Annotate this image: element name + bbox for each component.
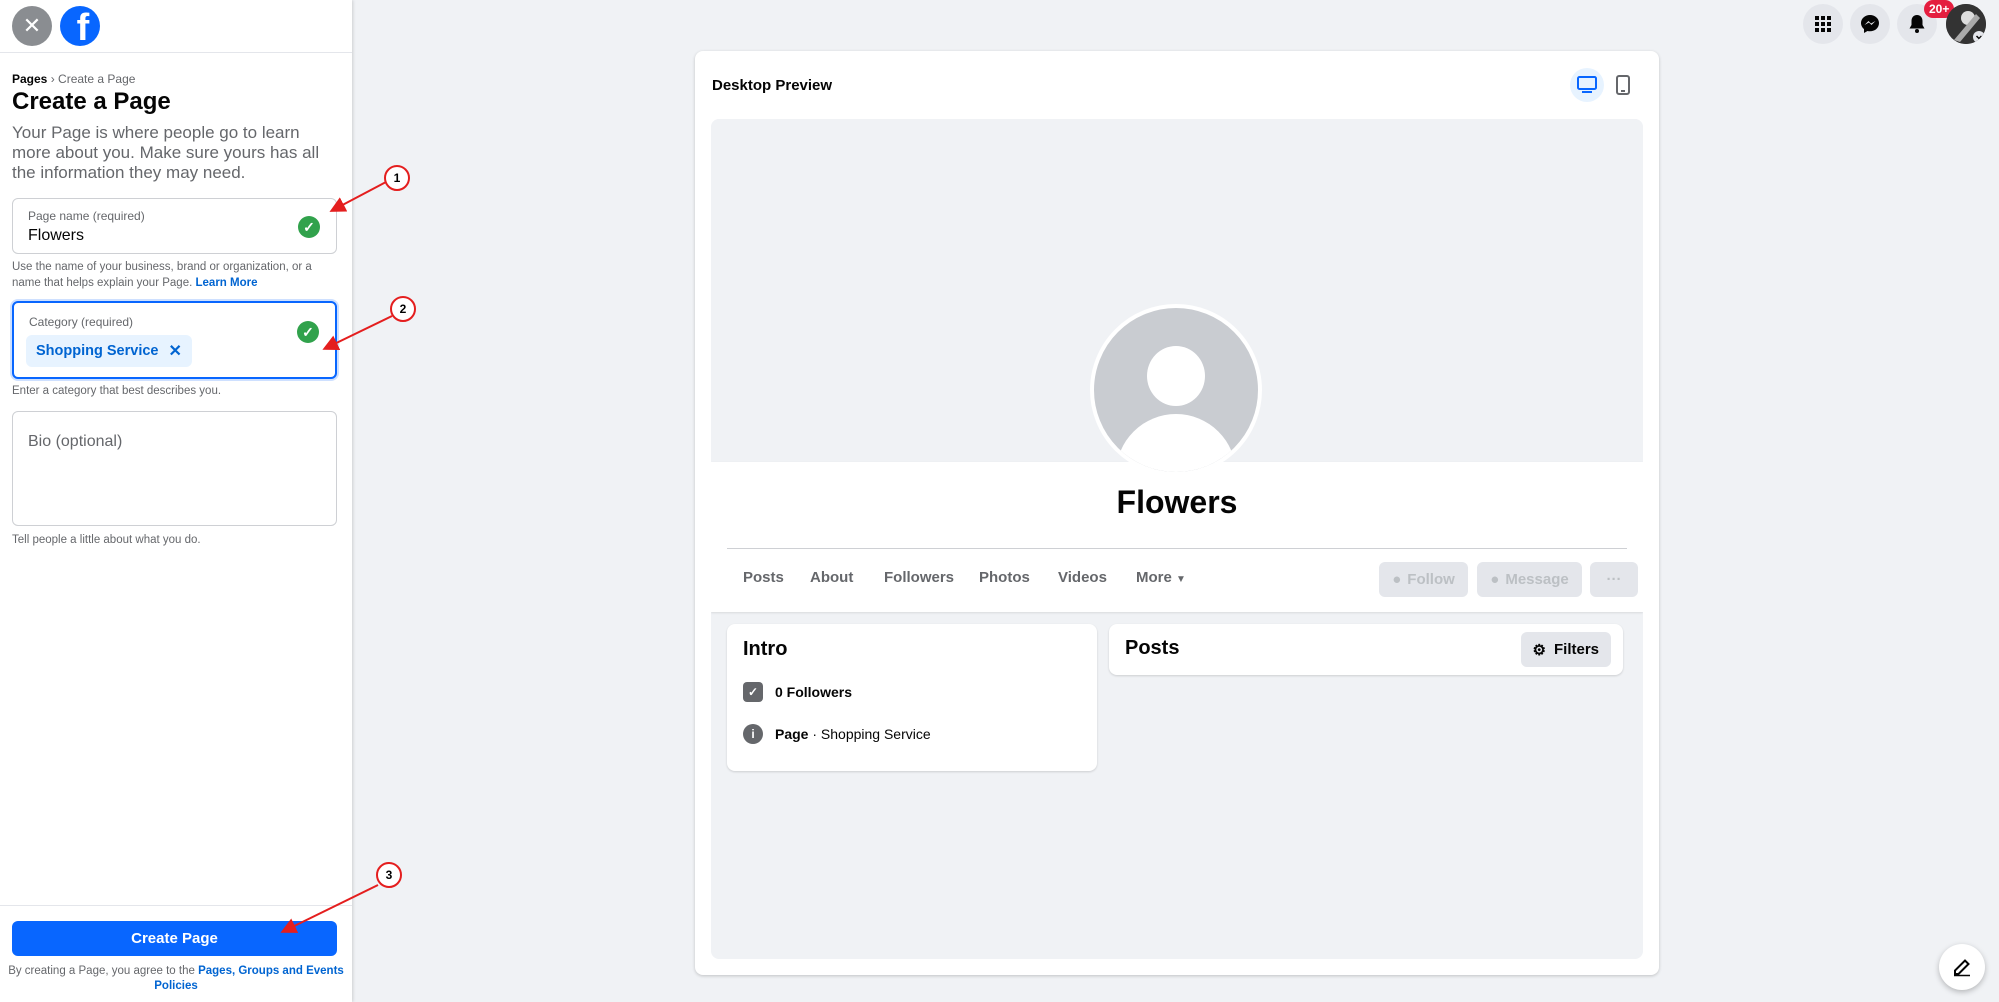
mobile-view-button[interactable] — [1606, 68, 1640, 102]
user-photo-icon — [1946, 4, 1986, 44]
learn-more-link[interactable]: Learn More — [196, 277, 258, 289]
messenger-icon — [1861, 15, 1879, 33]
account-avatar[interactable] — [1946, 4, 1986, 44]
annotation-marker-2: 2 — [390, 296, 416, 322]
info-icon: i — [743, 724, 763, 744]
annotation-marker-3: 3 — [376, 862, 402, 888]
page-name-input[interactable]: Flowers — [28, 227, 84, 245]
caret-down-icon: ▼ — [1176, 574, 1186, 585]
bio-help: Tell people a little about what you do. — [12, 534, 201, 546]
page-tabs: Posts About Followers Photos Videos More… — [727, 548, 1638, 608]
mobile-icon — [1616, 75, 1630, 95]
close-button[interactable]: ✕ — [12, 6, 52, 46]
remove-chip-icon[interactable]: ✕ — [168, 341, 181, 361]
desktop-icon — [1577, 76, 1597, 93]
page-name-label: Page name (required) — [28, 209, 145, 223]
bio-textarea[interactable]: Bio (optional) — [12, 411, 337, 526]
message-button[interactable]: ● Message — [1477, 562, 1582, 597]
desktop-preview-panel: Desktop Preview Flowers Posts About Foll… — [695, 51, 1659, 975]
tab-about[interactable]: About — [810, 569, 853, 586]
messenger-button[interactable] — [1850, 4, 1890, 44]
create-page-sidebar: ✕ f Pages › Create a Page Create a Page … — [0, 0, 352, 1002]
compose-icon — [1954, 959, 1970, 977]
annotation-marker-1: 1 — [384, 165, 410, 191]
grid-icon — [1815, 16, 1831, 32]
page-description: Your Page is where people go to learn mo… — [12, 123, 320, 182]
page-preview-canvas: Flowers Posts About Followers Photos Vid… — [711, 119, 1643, 959]
intro-card: Intro ✓ 0 Followers i Page · Shopping Se… — [727, 624, 1097, 771]
category-row: i Page · Shopping Service — [743, 724, 931, 744]
bell-icon — [1909, 15, 1925, 33]
close-icon: ✕ — [22, 13, 42, 38]
posts-title: Posts — [1125, 637, 1180, 659]
new-message-button[interactable] — [1939, 944, 1985, 990]
desktop-view-button[interactable] — [1570, 68, 1604, 102]
follow-icon: ● — [1392, 571, 1402, 588]
followers-row: ✓ 0 Followers — [743, 682, 852, 702]
followers-icon: ✓ — [743, 682, 763, 702]
facebook-logo[interactable]: f — [60, 6, 100, 46]
tab-posts[interactable]: Posts — [743, 569, 784, 586]
avatar-body — [1116, 414, 1236, 472]
sidebar-header: ✕ f — [0, 0, 352, 53]
terms-text: By creating a Page, you agree to the Pag… — [8, 965, 344, 992]
profile-header: Flowers Posts About Followers Photos Vid… — [711, 462, 1643, 612]
menu-grid-button[interactable] — [1803, 4, 1843, 44]
follow-button[interactable]: ● Follow — [1379, 562, 1468, 597]
category-label: Category (required) — [29, 315, 134, 329]
page-name-help: Use the name of your business, brand or … — [12, 261, 312, 289]
avatar-head — [1147, 346, 1205, 406]
tab-videos[interactable]: Videos — [1058, 569, 1107, 586]
tab-more[interactable]: More ▼ — [1136, 569, 1186, 586]
breadcrumb-pages[interactable]: Pages — [12, 72, 47, 86]
more-options-button[interactable]: ··· — [1590, 562, 1638, 597]
posts-card: Posts ⚙ Filters — [1109, 624, 1623, 675]
valid-check-icon: ✓ — [297, 321, 319, 343]
tab-photos[interactable]: Photos — [979, 569, 1030, 586]
sidebar-footer: Create Page By creating a Page, you agre… — [0, 905, 352, 1002]
category-help: Enter a category that best describes you… — [12, 385, 222, 397]
breadcrumb: Pages › Create a Page — [12, 72, 136, 86]
preview-page-name: Flowers — [1116, 484, 1238, 520]
intro-title: Intro — [743, 638, 788, 660]
filters-icon: ⚙ — [1532, 641, 1546, 659]
messenger-icon: ● — [1490, 571, 1500, 588]
category-field[interactable]: Category (required) Shopping Service ✕ ✓ — [12, 301, 337, 379]
category-chip[interactable]: Shopping Service ✕ — [26, 335, 192, 367]
valid-check-icon: ✓ — [298, 216, 320, 238]
tab-followers[interactable]: Followers — [884, 569, 954, 586]
preview-title: Desktop Preview — [712, 77, 833, 94]
create-page-button[interactable]: Create Page — [12, 921, 337, 956]
breadcrumb-current: Create a Page — [58, 72, 136, 86]
filters-button[interactable]: ⚙ Filters — [1520, 632, 1611, 667]
bio-placeholder: Bio (optional) — [28, 433, 123, 450]
page-name-field[interactable]: Page name (required) Flowers ✓ — [12, 198, 337, 254]
profile-picture — [1090, 304, 1262, 476]
page-title: Create a Page — [12, 88, 171, 115]
